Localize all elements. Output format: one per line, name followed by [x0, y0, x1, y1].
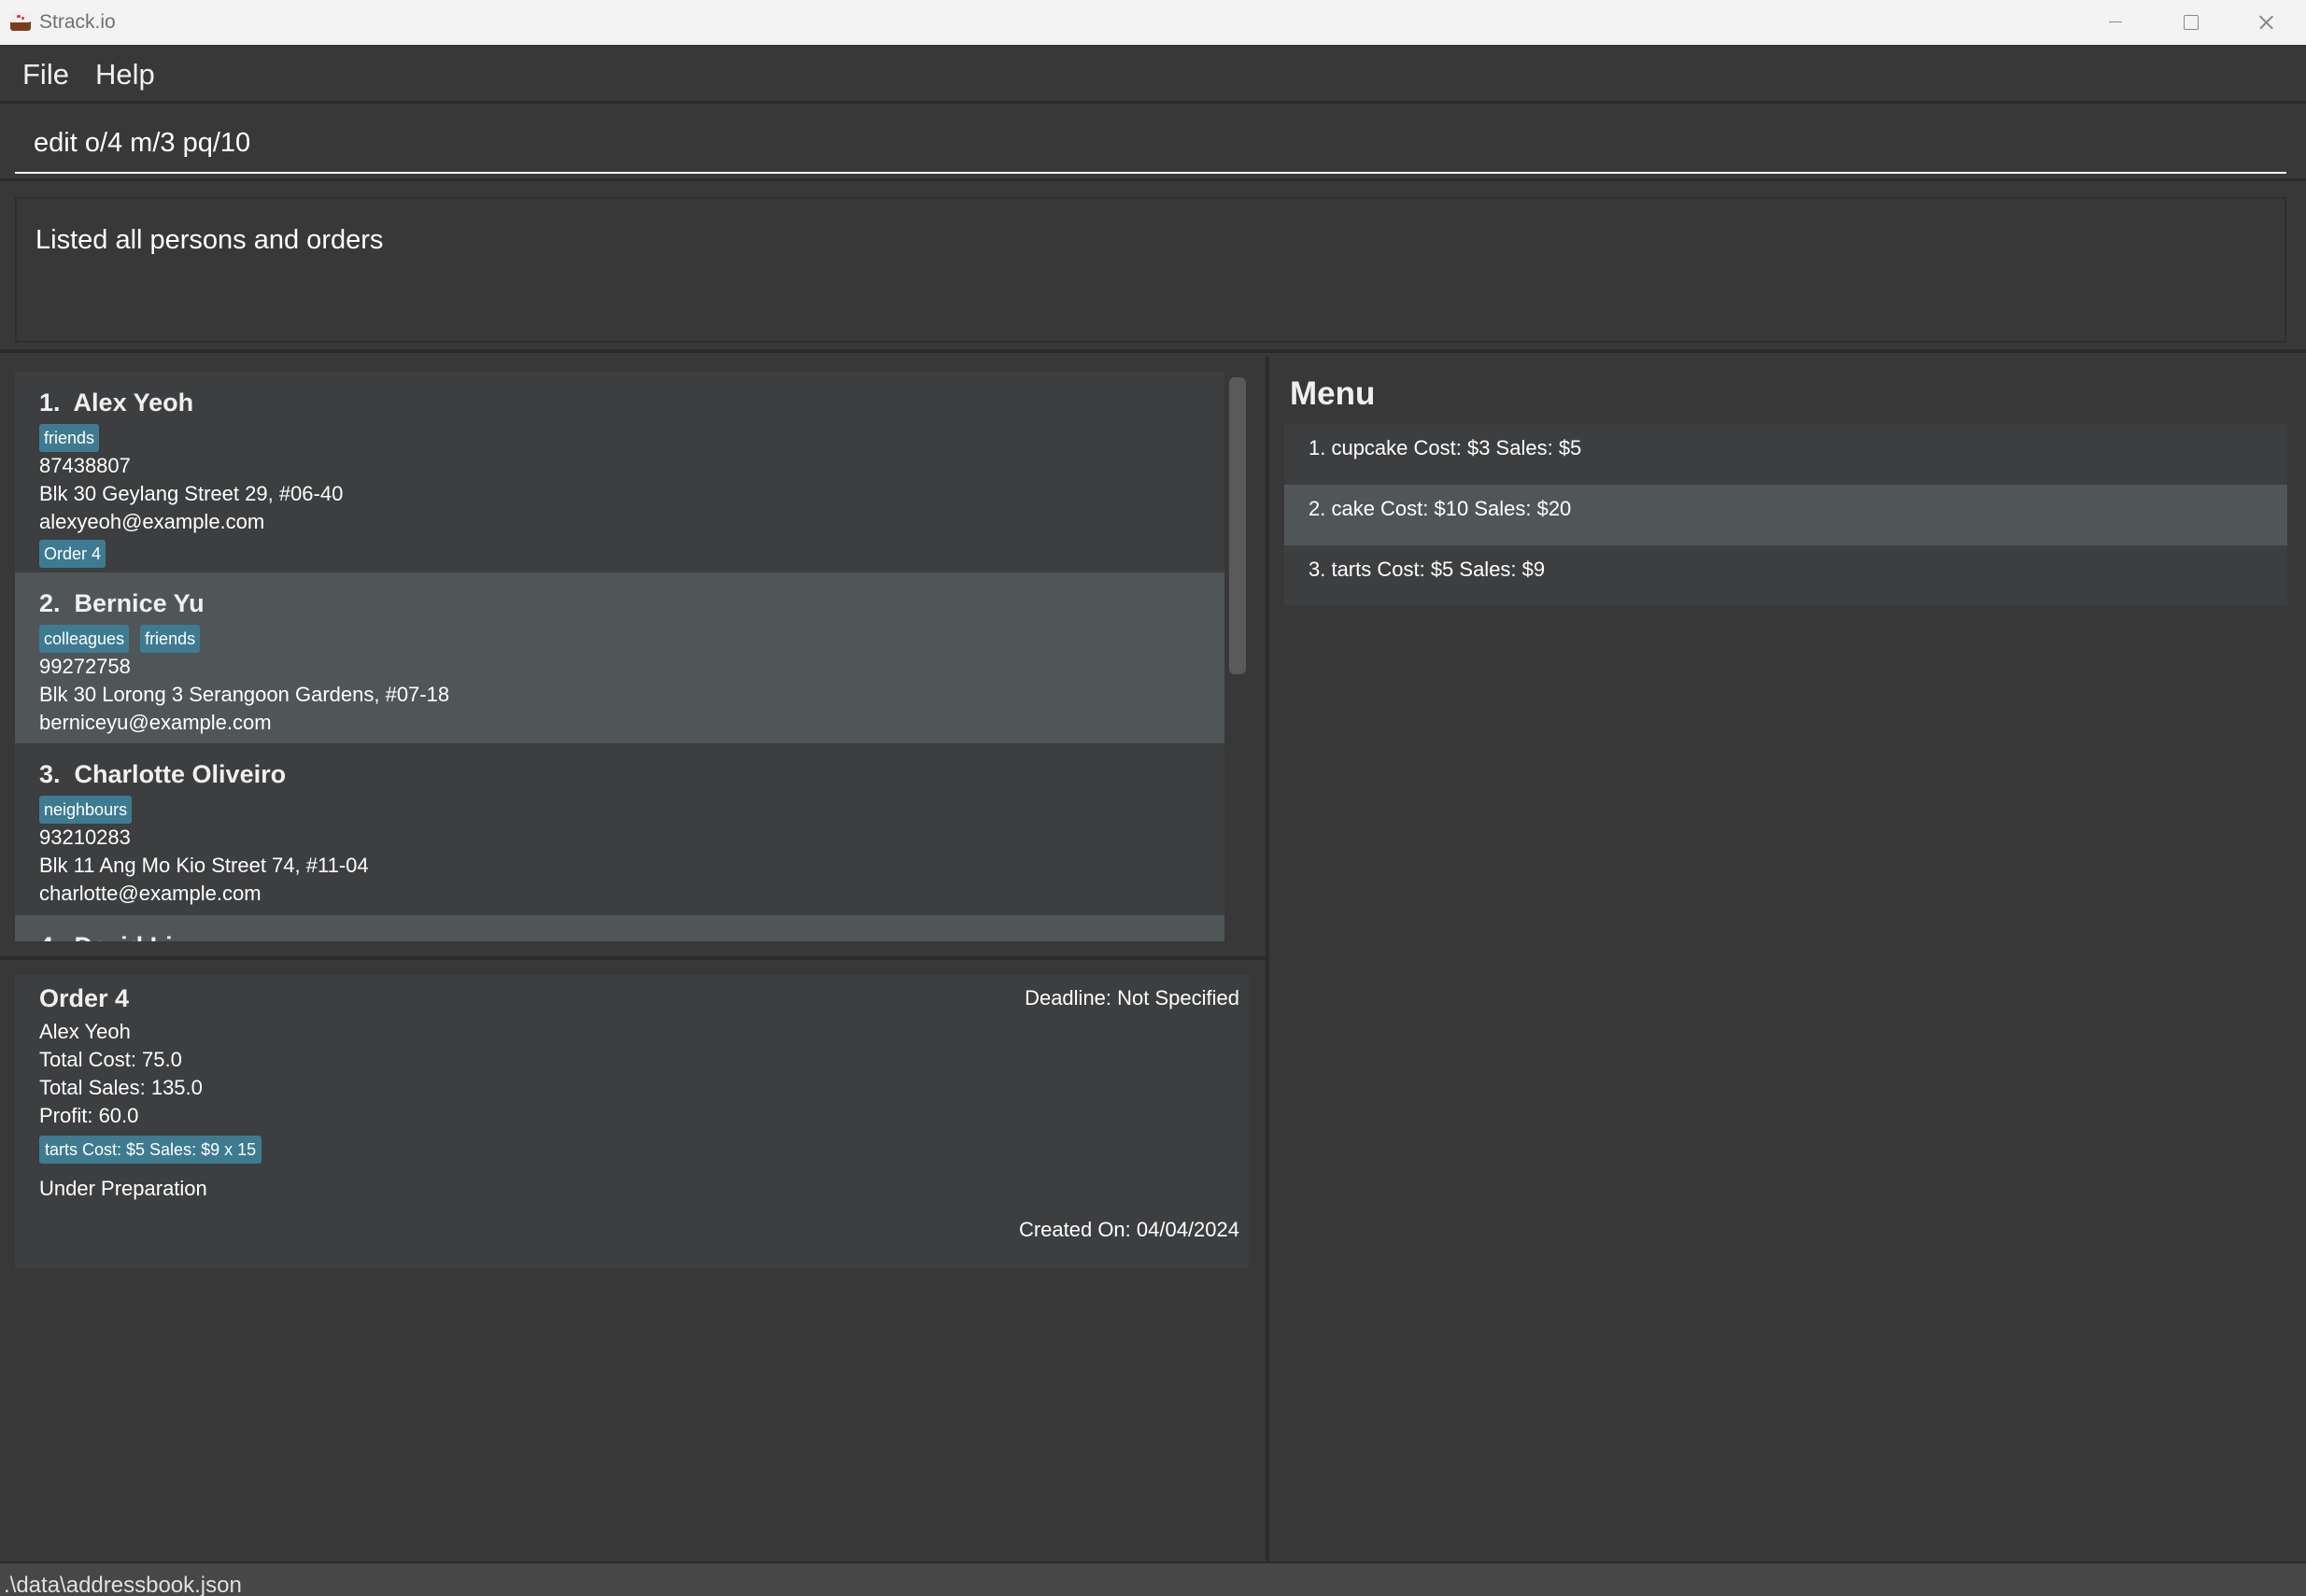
- order-title: Order 4: [39, 984, 130, 1012]
- person-index: 3.: [39, 760, 61, 788]
- menu-pane: Menu 1. cupcake Cost: $3 Sales: $5 2. ca…: [1269, 357, 2306, 1561]
- order-item-tag: tarts Cost: $5 Sales: $9 x 15: [39, 1136, 262, 1164]
- result-message: Listed all persons and orders: [35, 225, 384, 255]
- cake-icon: [9, 11, 32, 32]
- result-area: Listed all persons and orders: [0, 184, 2306, 353]
- person-name: 1. Alex Yeoh: [39, 385, 1224, 420]
- menu-list-item[interactable]: 3. tarts Cost: $5 Sales: $9: [1284, 545, 2287, 606]
- menu-list[interactable]: 1. cupcake Cost: $3 Sales: $5 2. cake Co…: [1284, 424, 2287, 606]
- person-name-text: Alex Yeoh: [73, 388, 194, 417]
- order-customer: Alex Yeoh: [39, 1020, 131, 1043]
- person-index: 1.: [39, 388, 61, 417]
- person-email: alexyeoh@example.com: [39, 510, 265, 533]
- tag: friends: [39, 424, 100, 452]
- person-name-text: Charlotte Oliveiro: [74, 760, 287, 788]
- command-area: [0, 106, 2306, 181]
- person-phone: 87438807: [39, 454, 131, 477]
- person-name: 4. David Li: [39, 928, 1224, 941]
- person-email: berniceyu@example.com: [39, 711, 272, 734]
- order-tag: Order 4: [39, 540, 106, 568]
- order-total-cost: Total Cost: 75.0: [39, 1048, 182, 1071]
- order-profit: Profit: 60.0: [39, 1104, 139, 1127]
- scrollbar-thumb[interactable]: [1229, 377, 1246, 674]
- person-tags: friends: [39, 424, 1224, 452]
- title-bar: Strack.io: [0, 0, 2306, 45]
- menu-file[interactable]: File: [22, 58, 69, 92]
- pane-divider[interactable]: [0, 956, 1266, 960]
- tag: friends: [140, 625, 201, 653]
- person-index: 4.: [39, 932, 61, 941]
- left-pane: 1. Alex Yeoh friends 87438807 Blk 30 Gey…: [0, 357, 1266, 1561]
- menu-bar: File Help: [0, 45, 2306, 104]
- person-email: charlotte@example.com: [39, 882, 262, 905]
- order-created-on: Created On: 04/04/2024: [1018, 1218, 1239, 1241]
- person-index: 2.: [39, 589, 61, 617]
- save-file-path: .\data\addressbook.json: [4, 1573, 242, 1596]
- person-tags: colleagues friends: [39, 625, 1224, 653]
- status-bar: .\data\addressbook.json: [0, 1561, 2306, 1596]
- command-input[interactable]: [15, 114, 2286, 174]
- person-tags: neighbours: [39, 796, 1224, 824]
- person-card[interactable]: 2. Bernice Yu colleagues friends 9927275…: [15, 572, 1224, 743]
- window-title: Strack.io: [39, 11, 116, 33]
- menu-list-item[interactable]: 1. cupcake Cost: $3 Sales: $5: [1284, 424, 2287, 485]
- order-deadline: Deadline: Not Specified: [1025, 986, 1239, 1010]
- person-card[interactable]: 3. Charlotte Oliveiro neighbours 9321028…: [15, 743, 1224, 915]
- result-display: Listed all persons and orders: [15, 197, 2286, 343]
- person-name: 3. Charlotte Oliveiro: [39, 756, 1224, 792]
- close-button[interactable]: [2227, 0, 2301, 45]
- minimize-button[interactable]: [2077, 0, 2152, 45]
- person-card[interactable]: 1. Alex Yeoh friends 87438807 Blk 30 Gey…: [15, 372, 1224, 572]
- person-address: Blk 11 Ang Mo Kio Street 74, #11-04: [39, 854, 369, 877]
- menu-help[interactable]: Help: [95, 58, 155, 92]
- tag: neighbours: [39, 796, 133, 824]
- person-address: Blk 30 Lorong 3 Serangoon Gardens, #07-1…: [39, 683, 450, 706]
- order-total-sales: Total Sales: 135.0: [39, 1076, 203, 1099]
- menu-title: Menu: [1290, 375, 1376, 412]
- menu-list-item[interactable]: 2. cake Cost: $10 Sales: $20: [1284, 485, 2287, 545]
- tag: colleagues: [39, 625, 130, 653]
- order-card[interactable]: Order 4 Deadline: Not Specified Alex Yeo…: [15, 975, 1249, 1268]
- person-name-text: Bernice Yu: [74, 589, 205, 617]
- person-name-text: David Li: [75, 932, 173, 941]
- person-orders: Order 4: [39, 540, 1224, 568]
- person-phone: 99272758: [39, 655, 131, 678]
- person-address: Blk 30 Geylang Street 29, #06-40: [39, 482, 344, 505]
- person-card[interactable]: 4. David Li: [15, 915, 1224, 941]
- maximize-button[interactable]: [2152, 0, 2227, 45]
- person-phone: 93210283: [39, 826, 131, 849]
- person-name: 2. Bernice Yu: [39, 586, 1224, 621]
- order-status: Under Preparation: [39, 1177, 207, 1200]
- person-list[interactable]: 1. Alex Yeoh friends 87438807 Blk 30 Gey…: [15, 372, 1224, 941]
